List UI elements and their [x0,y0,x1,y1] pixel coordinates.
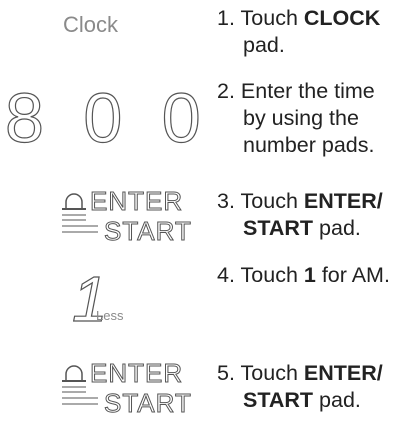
step-number: 5. [217,361,235,385]
clock-pad-label: Clock [63,12,119,37]
step-text-line3: number pads. [243,133,375,157]
step-bold-text-line2: START [243,388,314,412]
lock-icon [62,193,86,221]
step-1-instruction: 1. Touch CLOCK pad. [217,5,407,59]
start-label: START [104,216,192,247]
step-bold-text: ENTER/ [303,189,383,213]
step-bold-text-line2: START [243,216,314,240]
step-text: Touch [240,189,304,213]
start-label: START [104,388,192,419]
step-4-instruction: 4. Touch 1 for AM. [217,262,407,289]
digit-pads-800: 8 0 0 [4,78,211,157]
step-text-line2: pad. [313,216,361,240]
less-label: Less [96,308,124,323]
step-number: 3. [217,189,235,213]
step-text: Touch [240,6,304,30]
step-text: Enter the time [240,79,375,103]
enter-label: ENTER [89,358,184,389]
number-1-pad: 1 [71,262,108,335]
step-text-line2: by using the [243,106,359,130]
enter-start-pad: ENTER START [62,358,191,422]
enter-label: ENTER [89,186,184,217]
step-text-line2: pad. [313,388,361,412]
step-text: Touch [240,263,304,287]
step-2-instruction: 2. Enter the time by using the number pa… [217,78,407,159]
step-number: 2. [217,79,235,103]
step-bold-text: 1 [303,263,316,287]
step-5-instruction: 5. Touch ENTER/ START pad. [217,360,407,414]
step-bold-text: ENTER/ [303,361,383,385]
step-3-instruction: 3. Touch ENTER/ START pad. [217,188,407,242]
lock-icon [62,365,86,393]
step-bold-text: CLOCK [303,6,381,30]
step-text: Touch [240,361,304,385]
step-text-after: for AM. [315,263,390,287]
enter-start-pad: ENTER START [62,186,191,250]
step-number: 1. [217,6,235,30]
step-number: 4. [217,263,235,287]
step-text-line2: pad. [243,33,285,57]
